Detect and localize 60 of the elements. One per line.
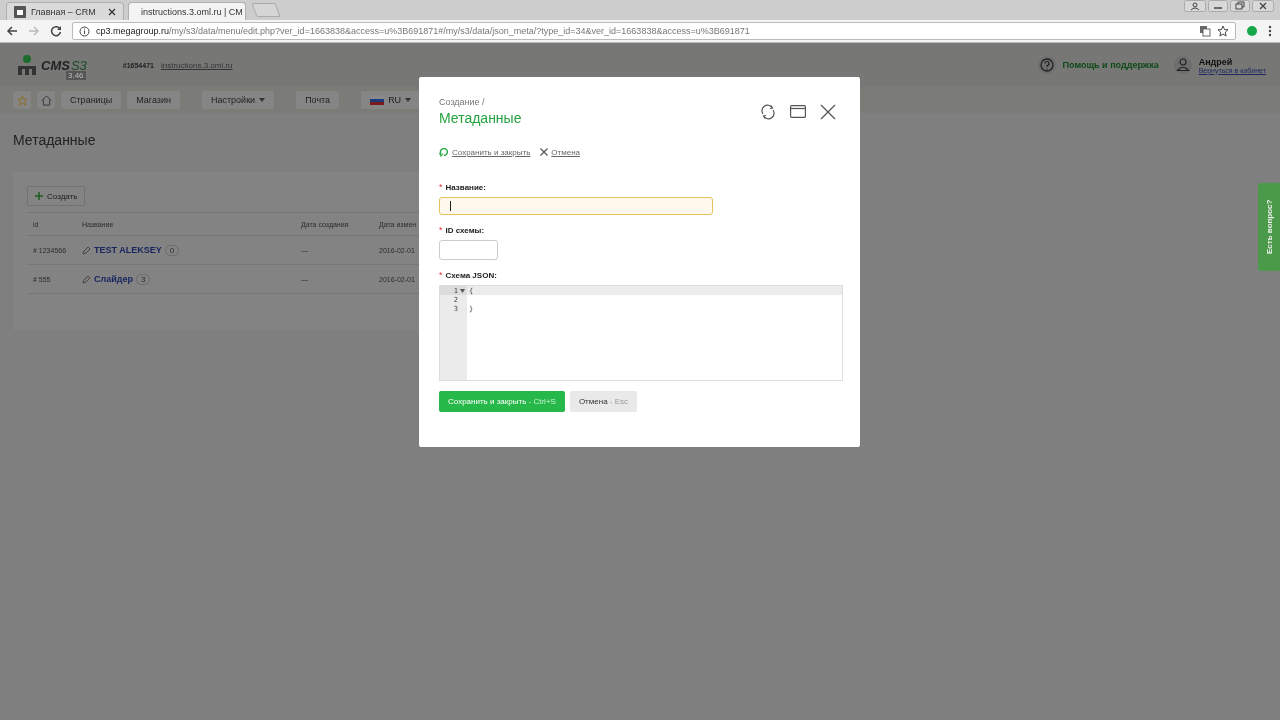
refresh-icon — [439, 147, 449, 157]
extension-icon[interactable] — [1246, 25, 1258, 37]
save-button[interactable]: Сохранить и закрыть - Ctrl+S — [439, 391, 565, 412]
input-field[interactable] — [439, 197, 713, 215]
site-link[interactable]: instructions.3.oml.ru — [160, 60, 233, 70]
row-link[interactable]: TEST ALEKSEY — [94, 245, 162, 255]
user-icon — [1172, 55, 1193, 75]
field-label: Схема JSON: — [445, 271, 497, 280]
language-dropdown[interactable]: RU — [361, 91, 421, 109]
close-icon[interactable] — [108, 7, 116, 16]
logo-text: CMSS3 — [41, 57, 87, 73]
restore-icon[interactable] — [1230, 0, 1250, 12]
nav-button[interactable]: Магазин — [127, 91, 180, 109]
address-bar[interactable]: cp3.megagroup.ru/my/s3/data/menu/edit.php?ver_id=1663838&access=u%3B691871#/my/s3/data/json_meta/?type_id=34&ver_id=1663838&access=u%3B691871 — [72, 22, 1236, 40]
caret-icon — [405, 98, 412, 102]
info-icon — [79, 25, 90, 37]
field-label: ID схемы: — [445, 226, 485, 235]
nav-dropdown[interactable]: Настройки — [202, 91, 275, 109]
close-icon[interactable] — [1252, 0, 1274, 12]
star-icon — [16, 94, 28, 106]
back-icon[interactable] — [6, 25, 18, 37]
version-badge: 3.46 — [66, 71, 86, 80]
question-tab[interactable]: Есть вопрос? — [1258, 183, 1280, 271]
menu-icon[interactable] — [1268, 25, 1272, 37]
reload-icon[interactable] — [50, 25, 62, 37]
fold-icon[interactable] — [460, 288, 465, 293]
home-icon — [40, 94, 52, 106]
field-label: Название: — [445, 183, 486, 192]
create-button[interactable]: Создать — [27, 186, 86, 206]
plus-icon — [35, 192, 43, 200]
browser-tab[interactable]: instructions.3.oml.ru | CM — [128, 2, 246, 20]
required-mark: * — [439, 225, 443, 235]
pencil-icon[interactable] — [82, 245, 91, 255]
required-mark: * — [439, 270, 443, 280]
caret-icon — [259, 98, 266, 102]
user-icon[interactable] — [1184, 0, 1206, 12]
cancel-link[interactable]: Отмена — [540, 147, 581, 157]
dialog-title: Метаданные — [439, 110, 522, 126]
window-icon[interactable] — [790, 105, 806, 118]
home-button[interactable] — [37, 91, 55, 109]
nav-button[interactable]: Страницы — [61, 91, 122, 109]
save-link[interactable]: Сохранить и закрыть — [439, 147, 531, 157]
user-name: Андрей — [1198, 56, 1234, 67]
refresh-icon[interactable] — [760, 103, 776, 120]
required-mark: * — [439, 182, 443, 192]
close-icon[interactable] — [820, 103, 836, 120]
breadcrumb: Создание / — [439, 97, 486, 107]
row-link[interactable]: Слайдер — [94, 274, 133, 284]
input-field[interactable] — [439, 240, 498, 260]
help-link[interactable]: Помощь и поддержка — [1062, 60, 1159, 70]
page-title: Метаданные — [13, 132, 97, 148]
cancel-button[interactable]: Отмена - Esc — [569, 391, 638, 412]
logo-icon — [16, 54, 38, 76]
star-icon[interactable] — [1217, 25, 1229, 37]
help-icon[interactable] — [1036, 55, 1057, 75]
pencil-icon[interactable] — [82, 274, 91, 284]
minimize-icon[interactable] — [1208, 0, 1228, 12]
browser-tab[interactable]: Главная – CRM — [6, 2, 124, 20]
nav-button[interactable]: Почта — [296, 91, 340, 109]
close-icon — [540, 148, 549, 156]
